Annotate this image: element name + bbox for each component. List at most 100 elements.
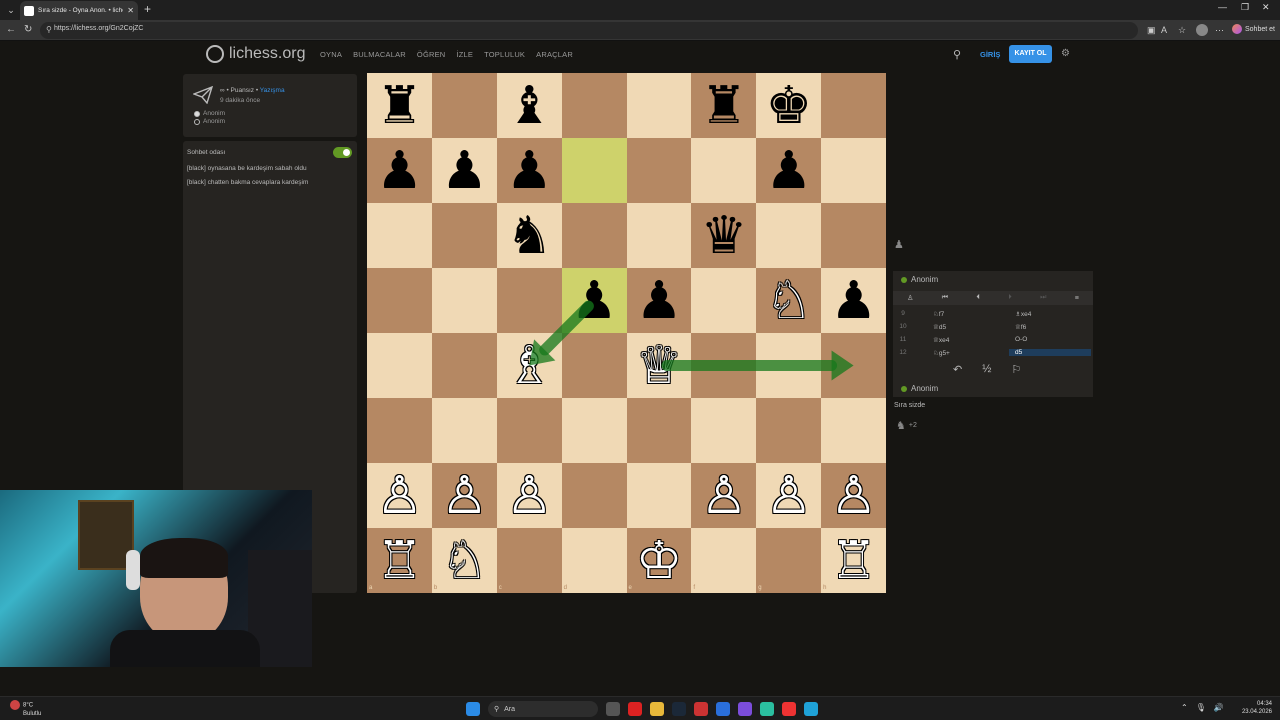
tab-list-icon[interactable]: ⌄	[4, 3, 18, 17]
first-move-icon[interactable]: ⏮	[942, 294, 948, 302]
square-f4[interactable]	[691, 333, 757, 398]
square-h3[interactable]	[821, 398, 887, 463]
discord-icon[interactable]	[738, 702, 752, 716]
back-icon[interactable]: ←	[6, 24, 16, 35]
white-move[interactable]: ♕d5	[913, 323, 995, 331]
piece-h1[interactable]: ♖	[821, 528, 886, 593]
piece-c8[interactable]: ♝	[497, 73, 562, 138]
piece-c6[interactable]: ♞	[497, 203, 562, 268]
system-clock[interactable]: 04:34 23.04.2026	[1240, 700, 1272, 716]
square-d6[interactable]	[561, 203, 627, 268]
bolt-app-icon[interactable]	[782, 702, 796, 716]
black-move[interactable]: ♗xe4	[995, 310, 1077, 318]
square-e3[interactable]	[626, 398, 692, 463]
white-move[interactable]: ♘f7	[913, 310, 995, 318]
reload-icon[interactable]: ↻	[24, 24, 32, 35]
site-info-icon[interactable]: ⚲	[46, 25, 52, 34]
square-g6[interactable]	[756, 203, 822, 268]
piece-h5[interactable]: ♟	[821, 268, 886, 333]
nav-community[interactable]: TOPLULUK	[484, 50, 525, 59]
white-move[interactable]: ♘g5+	[913, 349, 995, 357]
piece-g7[interactable]: ♟	[756, 138, 821, 203]
square-a5[interactable]	[367, 268, 432, 333]
flip-board-icon[interactable]: ♙	[907, 294, 913, 302]
takeback-icon[interactable]: ↶	[953, 363, 962, 376]
browser-tab[interactable]: Sıra sizde - Oyna Anon. • lichess.o ✕	[20, 1, 138, 20]
nav-puzzles[interactable]: BULMACALAR	[353, 50, 406, 59]
piece-c7[interactable]: ♟	[497, 138, 562, 203]
piece-f2[interactable]: ♙	[691, 463, 756, 528]
square-h8[interactable]	[821, 73, 887, 138]
black-move[interactable]: ♕f6	[995, 323, 1077, 331]
signin-link[interactable]: GİRİŞ	[980, 50, 1000, 59]
square-g1[interactable]	[756, 528, 822, 593]
more-menu-icon[interactable]: ⋯	[1215, 25, 1224, 36]
piece-b1[interactable]: ♘	[432, 528, 497, 593]
black-move[interactable]: O-O	[995, 336, 1077, 343]
square-f5[interactable]	[691, 268, 757, 333]
square-h4[interactable]	[821, 333, 887, 398]
file-explorer-icon[interactable]	[650, 702, 664, 716]
prev-move-icon[interactable]: ⏴	[976, 294, 980, 302]
app-icon[interactable]	[694, 702, 708, 716]
maximize-icon[interactable]: ❐	[1241, 2, 1249, 13]
square-e7[interactable]	[626, 138, 692, 203]
piece-b2[interactable]: ♙	[432, 463, 497, 528]
offer-draw-icon[interactable]: ½	[982, 363, 991, 376]
chat-app-icon[interactable]	[760, 702, 774, 716]
next-move-icon[interactable]: ⏵	[1008, 294, 1012, 302]
piece-d5[interactable]: ♟	[562, 268, 627, 333]
start-icon[interactable]	[466, 702, 480, 716]
black-move-current[interactable]: d5	[1009, 349, 1091, 356]
tab-close-icon[interactable]: ✕	[127, 6, 134, 15]
close-window-icon[interactable]: ✕	[1262, 2, 1270, 13]
favorite-star-icon[interactable]: ☆	[1178, 25, 1186, 36]
piece-a2[interactable]: ♙	[367, 463, 432, 528]
square-d1[interactable]	[561, 528, 627, 593]
steam-icon[interactable]	[672, 702, 686, 716]
square-b6[interactable]	[431, 203, 497, 268]
piece-e1[interactable]: ♔	[627, 528, 692, 593]
piece-f8[interactable]: ♜	[691, 73, 756, 138]
square-h7[interactable]	[821, 138, 887, 203]
task-view-icon[interactable]	[606, 702, 620, 716]
nav-play[interactable]: OYNA	[320, 50, 342, 59]
square-b4[interactable]	[431, 333, 497, 398]
weather-widget[interactable]: 8°C Bulutlu	[10, 700, 41, 718]
square-e2[interactable]	[626, 463, 692, 528]
square-a4[interactable]	[367, 333, 432, 398]
profile-avatar[interactable]	[1196, 24, 1208, 36]
square-d2[interactable]	[561, 463, 627, 528]
white-move[interactable]: ♕xe4	[913, 336, 995, 344]
chess-board[interactable]: 87654321abcdefgh ♜ ♝ ♜ ♚ ♟ ♟ ♟ ♟ ♞ ♛ ♟ ♟ ♘ ♟ ♗ ♕ ♙ ♙ ♙ ♙ ♙ ♙ ♖…	[367, 73, 887, 593]
piece-g8[interactable]: ♚	[756, 73, 821, 138]
square-b8[interactable]	[431, 73, 497, 138]
app-icon[interactable]: ▣	[1147, 25, 1156, 36]
correspondence-link[interactable]: Yazışma	[260, 87, 285, 94]
piece-h2[interactable]: ♙	[821, 463, 886, 528]
copilot-button[interactable]: Sohbet et	[1232, 24, 1275, 34]
vpn-icon[interactable]	[716, 702, 730, 716]
last-move-icon[interactable]: ⏭	[1040, 294, 1046, 302]
resign-flag-icon[interactable]: ⚐	[1011, 363, 1021, 376]
menu-icon[interactable]: ≡	[1075, 295, 1079, 302]
piece-a8[interactable]: ♜	[367, 73, 432, 138]
square-d7[interactable]	[561, 138, 627, 203]
url-field[interactable]: ⚲ https://lichess.org/Gn2CojZC	[40, 22, 1138, 39]
nav-tools[interactable]: ARAÇLAR	[536, 50, 573, 59]
square-c1[interactable]	[496, 528, 562, 593]
tray-chevron-icon[interactable]: ⌃	[1181, 703, 1188, 712]
square-h6[interactable]	[821, 203, 887, 268]
piece-e5[interactable]: ♟	[627, 268, 692, 333]
nav-watch[interactable]: İZLE	[456, 50, 473, 59]
square-g4[interactable]	[756, 333, 822, 398]
taskbar-search[interactable]: ⚲ Ara	[488, 701, 598, 717]
minimize-icon[interactable]: —	[1218, 2, 1227, 12]
square-d4[interactable]	[561, 333, 627, 398]
microphone-icon[interactable]: 🎙	[1196, 703, 1206, 712]
piece-a7[interactable]: ♟	[367, 138, 432, 203]
square-a6[interactable]	[367, 203, 432, 268]
square-f7[interactable]	[691, 138, 757, 203]
read-aloud-icon[interactable]: A	[1161, 25, 1167, 35]
piece-g5[interactable]: ♘	[756, 268, 821, 333]
